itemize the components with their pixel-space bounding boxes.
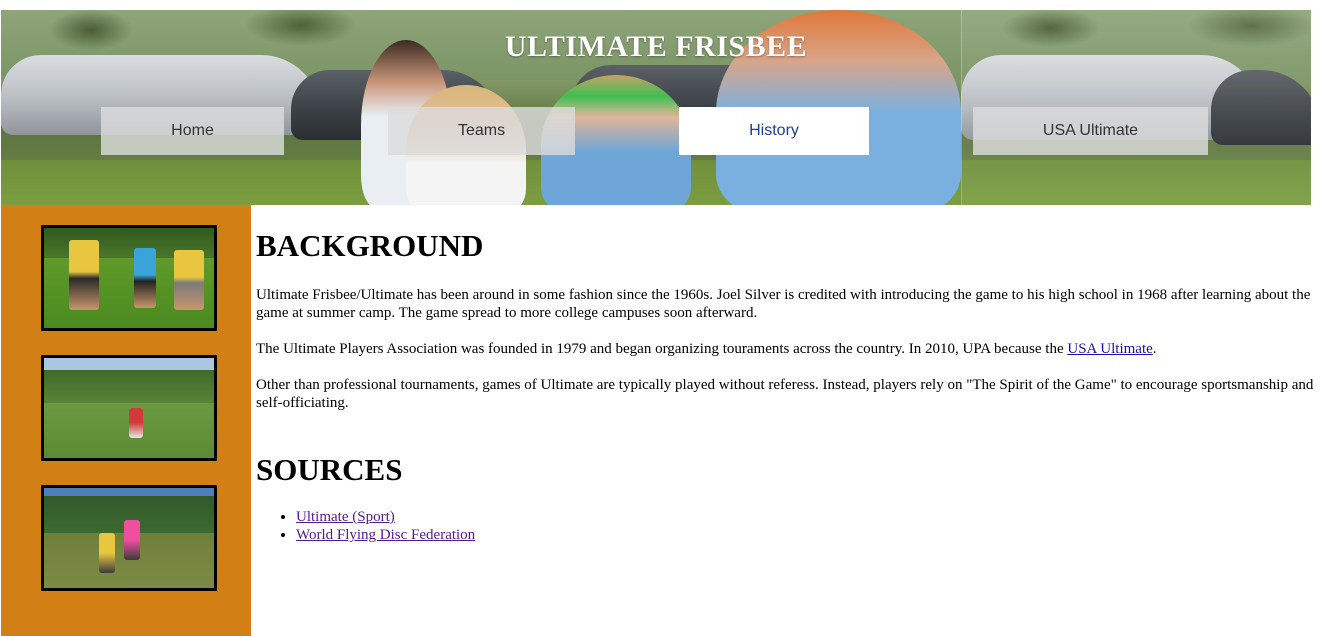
background-paragraph-3: Other than professional tournaments, gam… bbox=[256, 377, 1314, 411]
list-item: World Flying Disc Federation bbox=[296, 526, 475, 544]
ultimate-photo-thumbnail bbox=[41, 225, 217, 331]
paragraph-2-text: The Ultimate Players Association was fou… bbox=[256, 341, 1068, 357]
nav-usa-ultimate[interactable]: USA Ultimate bbox=[973, 107, 1208, 155]
photo-player bbox=[124, 520, 140, 560]
sources-list: Ultimate (Sport) World Flying Disc Feder… bbox=[256, 508, 475, 544]
background-heading: BACKGROUND bbox=[256, 228, 484, 263]
nav-teams[interactable]: Teams bbox=[388, 107, 575, 155]
photo-player bbox=[134, 248, 156, 308]
ultimate-photo-thumbnail bbox=[41, 355, 217, 461]
site-title: ULTIMATE FRISBEE bbox=[504, 30, 808, 63]
background-paragraph-1: Ultimate Frisbee/Ultimate has been aroun… bbox=[256, 287, 1311, 321]
ultimate-photo-thumbnail bbox=[41, 485, 217, 591]
background-paragraph-2: The Ultimate Players Association was fou… bbox=[256, 340, 1320, 358]
sidebar bbox=[1, 205, 251, 636]
photo-trees bbox=[44, 370, 214, 405]
photo-player bbox=[99, 533, 115, 573]
photo-player bbox=[69, 240, 99, 310]
sources-heading: SOURCES bbox=[256, 452, 403, 487]
photo-player bbox=[129, 408, 143, 438]
nav-history[interactable]: History bbox=[679, 107, 869, 155]
paragraph-2-end: . bbox=[1152, 341, 1157, 357]
page: ULTIMATE FRISBEE Home Teams History USA … bbox=[0, 0, 1324, 636]
photo-player bbox=[174, 250, 204, 310]
nav-home[interactable]: Home bbox=[101, 107, 284, 155]
list-item: Ultimate (Sport) bbox=[296, 508, 475, 526]
header-banner: ULTIMATE FRISBEE Home Teams History USA … bbox=[1, 10, 1311, 205]
source-link-ultimate-sport[interactable]: Ultimate (Sport) bbox=[296, 509, 395, 525]
usa-ultimate-link[interactable]: USA Ultimate bbox=[1067, 341, 1152, 357]
source-link-wfdf[interactable]: World Flying Disc Federation bbox=[296, 527, 475, 543]
